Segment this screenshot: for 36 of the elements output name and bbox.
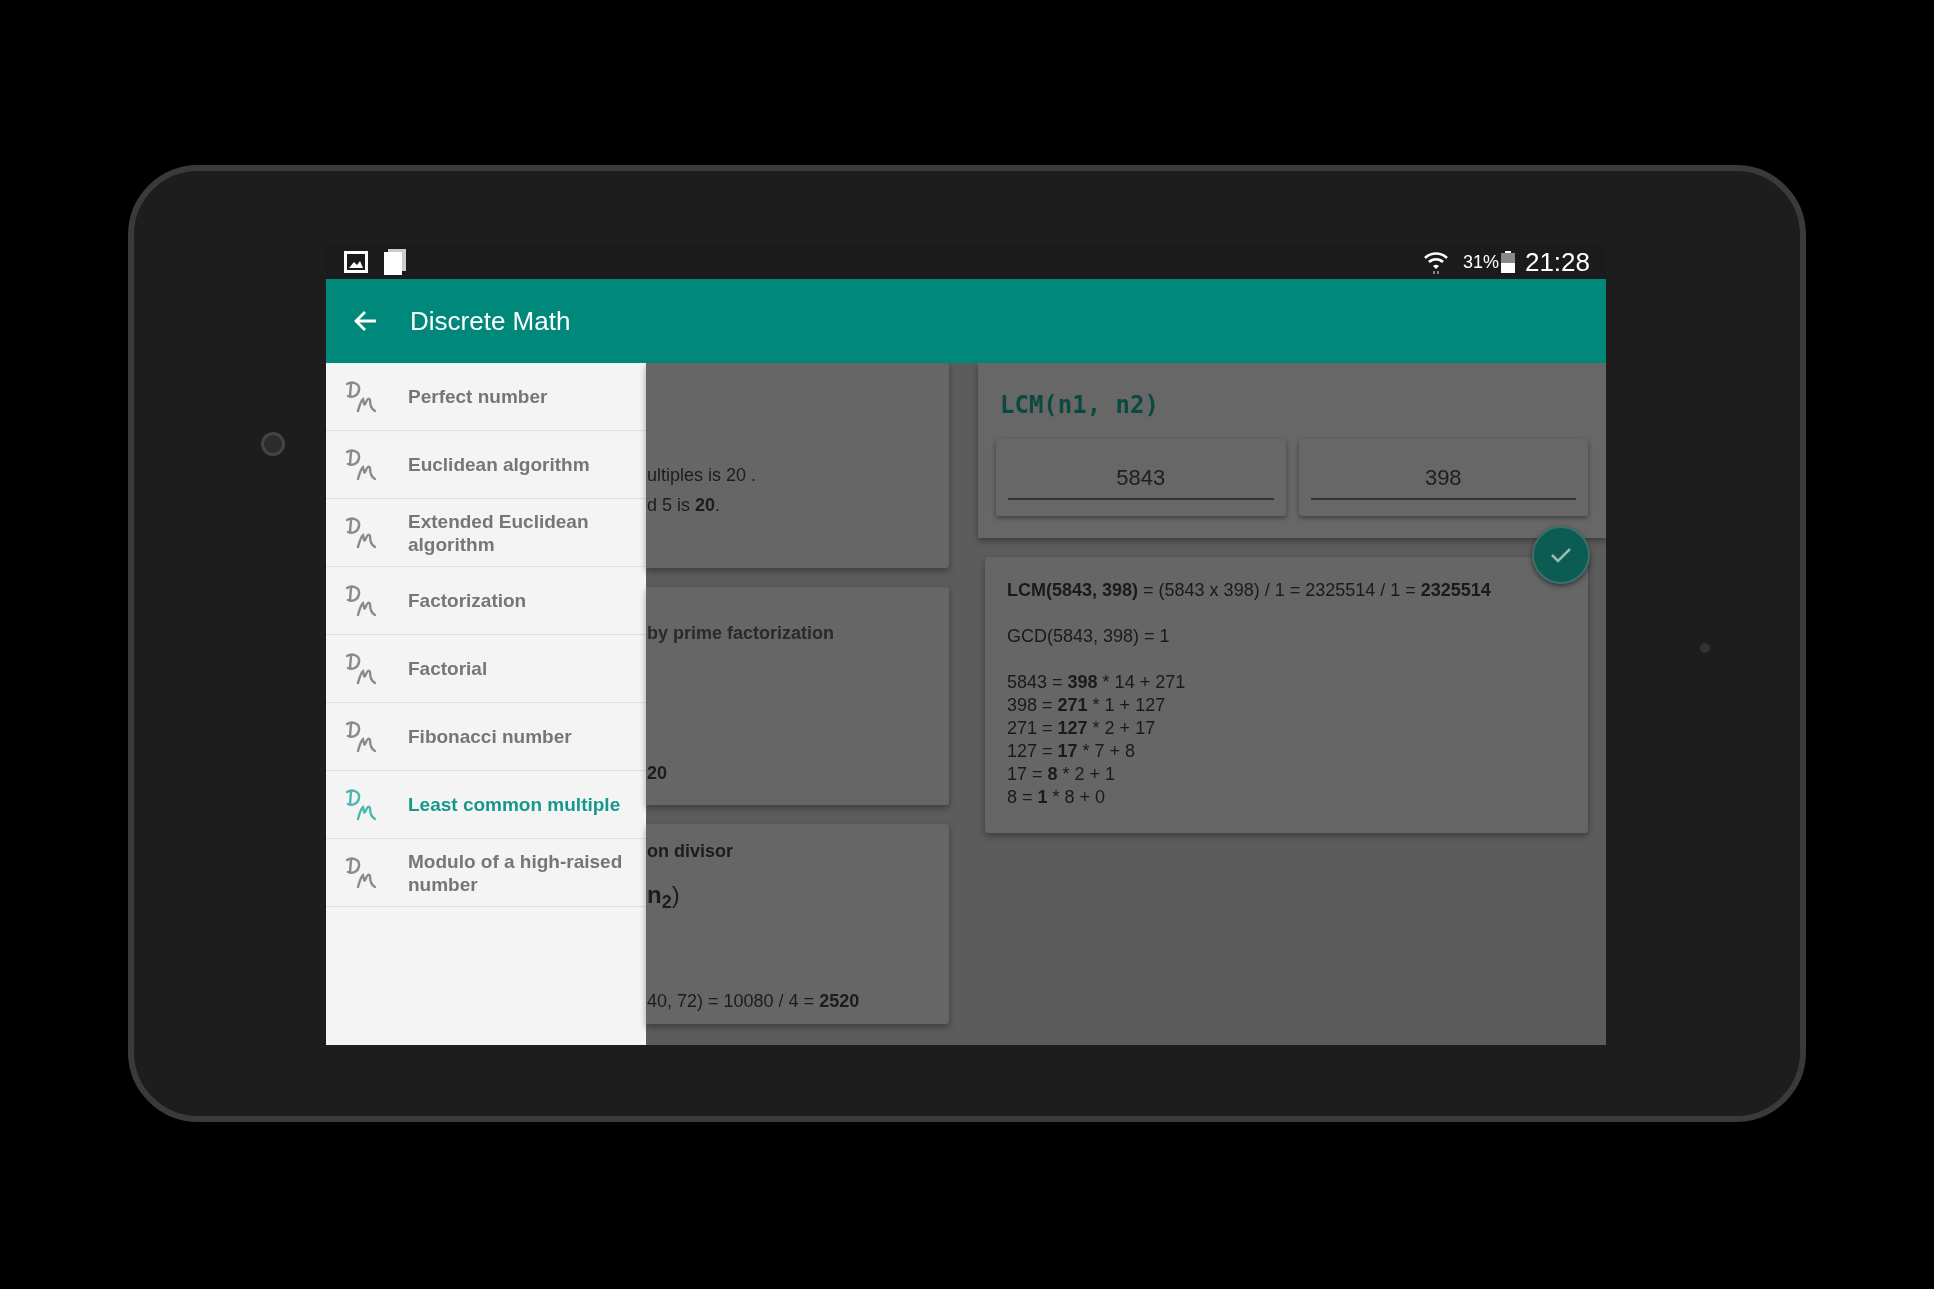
checkmark-icon	[1550, 547, 1572, 563]
card-text: ultiples is 20 .	[647, 464, 757, 486]
number-input[interactable]: 398	[1298, 439, 1588, 516]
card-text: d 5 is 20.	[647, 494, 721, 516]
card-text: 20	[647, 762, 668, 784]
dm-logo-icon	[344, 651, 378, 686]
result-text: 17 = 8* 2 + 1	[1007, 763, 1116, 786]
result-text: GCD(5843, 398) = 1	[1007, 625, 1170, 648]
result-text: LCM(5843, 398) = (5843 x 398) / 1 = 2325514 / 1 = 2325514	[1007, 579, 1491, 602]
card-text: 40, 72) = 10080 / 4 = 2520	[647, 990, 860, 1012]
result-text: 5843 = 398* 14 + 271	[1007, 671, 1186, 694]
number-input[interactable]: 5843	[996, 439, 1286, 516]
dm-logo-icon	[344, 855, 378, 890]
dm-logo-icon	[344, 719, 378, 754]
back-arrow-icon[interactable]	[354, 310, 378, 332]
formula-title: LCM(n1, n2)	[1000, 390, 1160, 421]
battery-percentage: 31%	[1462, 250, 1499, 274]
dm-logo-icon	[344, 379, 378, 414]
card-text: by prime factorization	[647, 622, 835, 644]
dm-logo-icon	[344, 515, 378, 550]
result-text: 127 = 17* 7 + 8	[1007, 740, 1136, 763]
result-text: 271 = 127* 2 + 17	[1007, 717, 1156, 740]
camera-lens	[261, 432, 285, 456]
toolbar-title: Discrete Math	[410, 304, 571, 338]
card-text: n$_{2}$)	[647, 884, 680, 906]
dm-logo-icon	[344, 447, 378, 482]
card-text: on divisor	[647, 840, 733, 862]
wifi-icon	[1422, 249, 1449, 275]
picture-icon	[344, 251, 368, 273]
result-text: 8 = 1* 8 + 0	[1007, 786, 1106, 809]
clock-time: 21:28	[1524, 245, 1590, 279]
dm-logo-icon	[344, 787, 378, 822]
battery-icon	[1500, 251, 1515, 273]
dm-logo-icon	[344, 583, 378, 618]
result-text: 398 = 271* 1 + 127	[1007, 694, 1166, 717]
document-icon	[384, 249, 406, 275]
